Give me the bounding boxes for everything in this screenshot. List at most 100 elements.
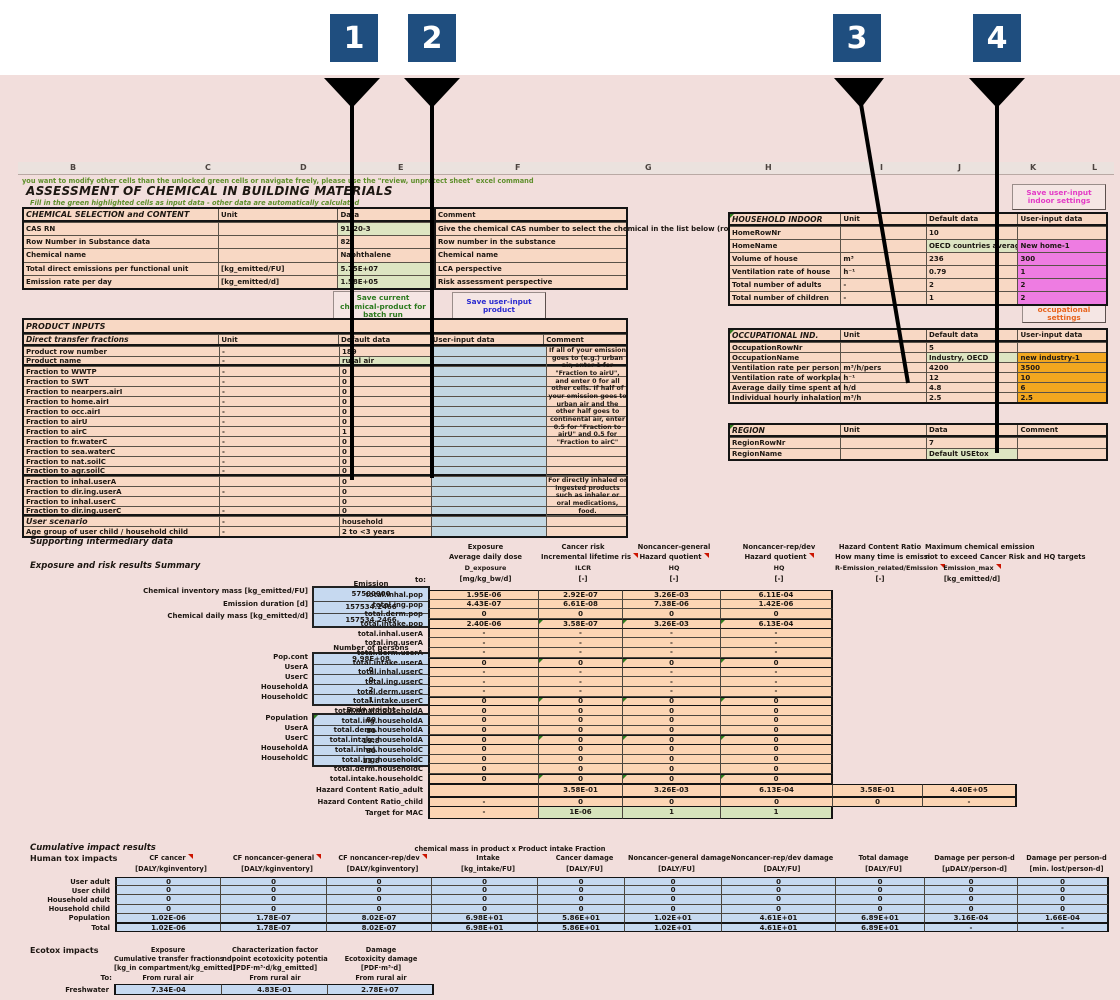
unit-header: Unit [841, 214, 927, 224]
summary-col-header: Hazard Content Ratio [835, 543, 925, 551]
summary-col-header: Hazard quotient [723, 553, 835, 561]
default-data-cell[interactable]: Industry, OECD [927, 353, 1019, 362]
result-cell: 0 [539, 774, 623, 784]
data-input-cell[interactable]: 91-20-3 [338, 223, 430, 235]
user-input-cell[interactable]: 300 [1018, 253, 1106, 265]
result-cell: 0 [428, 609, 539, 619]
user-input-cell[interactable] [432, 397, 546, 406]
user-input-cell[interactable] [432, 417, 546, 426]
row-label: Fraction to inhal.userA [24, 477, 220, 486]
table-row: Product row number-189 [24, 346, 626, 356]
default-data-cell: 0.79 [927, 266, 1019, 278]
human-tox-col-name: Damage per person-d [1021, 854, 1112, 862]
default-data-cell: 189 [340, 347, 432, 356]
user-input-cell[interactable] [432, 377, 546, 386]
row-label: Average daily time spent at wor [730, 383, 841, 392]
table-row: Fraction to home.airI-0 [24, 396, 626, 406]
user-input-cell[interactable]: new industry-1 [1018, 353, 1106, 362]
result-cell: - [721, 668, 833, 678]
human-tox-col-name: CF noncancer-rep/dev [330, 854, 435, 862]
impact-cell: 0 [432, 877, 538, 886]
user-input-cell[interactable] [432, 517, 546, 526]
user-input-cell[interactable] [432, 447, 546, 456]
summary-col-header: HQ [723, 564, 835, 572]
user-input-cell[interactable] [432, 437, 546, 446]
column-letter: J [958, 163, 961, 172]
user-input-cell[interactable] [432, 467, 546, 474]
user-input-cell[interactable] [432, 457, 546, 466]
user-input-cell[interactable] [432, 387, 546, 396]
column-letter: D [300, 163, 307, 172]
row-label: Fraction to sea.waterC [24, 447, 220, 456]
result-cell: - [623, 677, 721, 687]
user-input-cell[interactable]: New home-1 [1018, 240, 1106, 252]
grid-row-label: total.ing.pop [178, 600, 428, 610]
user-input-cell [1018, 227, 1106, 239]
unit-cell: - [841, 292, 927, 304]
user-input-cell[interactable] [432, 487, 546, 496]
grid-row-label: total.ing.householdC [178, 755, 428, 765]
comment-flag-icon [422, 854, 427, 859]
user-input-cell[interactable]: 1 [1018, 266, 1106, 278]
user-input-cell[interactable]: 2.5 [1018, 393, 1106, 402]
table-row: Ventilation rate of workplaceh⁻¹1210 [730, 372, 1106, 382]
table-row: HomeNameOECD countries averageNew home-1 [730, 239, 1106, 252]
impact-cell: 0 [538, 877, 625, 886]
table-row: Fraction to inhal.userC0 [24, 496, 626, 506]
grid-row: Target for MAC-1E-0611 [178, 807, 1018, 819]
impact-cell: 0 [327, 877, 432, 886]
save-user-product-button[interactable]: Save user-input product [452, 292, 546, 320]
human-tox-col-unit: [DALY/FU] [725, 865, 839, 873]
result-cell: 0 [721, 697, 833, 707]
result-cell: 0 [428, 716, 539, 726]
user-input-cell[interactable]: 6 [1018, 383, 1106, 392]
result-cell: - [428, 687, 539, 697]
table-row: Fraction to airU-0 [24, 416, 626, 426]
impact-cell: 0 [836, 895, 925, 904]
summary-results-grid: total.inhal.pop1.95E-062.92E-073.26E-036… [178, 590, 1018, 819]
user-input-cell[interactable] [432, 427, 546, 436]
data-input-cell[interactable]: 1.58E+05 [338, 276, 430, 288]
user-input-cell[interactable]: 2 [1018, 279, 1106, 291]
grid-row-label: total.intake.pop [178, 619, 428, 629]
comment-flag-icon [704, 553, 709, 558]
unit-cell [841, 449, 927, 459]
default-data-cell: household [340, 517, 432, 526]
grid-row-label: total.derm.userA [178, 648, 428, 658]
household-indoor-table: HOUSEHOLD INDOORUnitDefault dataUser-inp… [728, 212, 1108, 306]
default-data-cell: 0 [340, 397, 432, 406]
user-input-cell[interactable] [432, 477, 546, 486]
default-data-cell[interactable]: rural air [340, 357, 432, 364]
grid-row: total.inhal.householdC0000 [178, 745, 1018, 755]
user-input-cell[interactable] [432, 507, 546, 514]
user-input-cell[interactable]: 2 [1018, 292, 1106, 304]
save-indoor-settings-button[interactable]: Save user-input indoor settings [1012, 184, 1106, 210]
result-cell: 0 [721, 706, 833, 716]
result-cell: 1 [721, 807, 833, 819]
human-tox-row: Household child0000000000 [25, 905, 1109, 914]
user-input-cell[interactable] [432, 347, 546, 356]
user-input-cell[interactable] [432, 407, 546, 416]
grid-row-label: total.inhal.householdC [178, 745, 428, 755]
user-input-cell[interactable] [432, 357, 546, 364]
default-data-cell[interactable]: Default USEtox [927, 449, 1019, 459]
table-row: Product name-rural air [24, 356, 626, 366]
user-input-cell[interactable] [432, 367, 546, 376]
data-input-cell[interactable]: 5.75E+07 [338, 263, 430, 275]
result-cell: 0 [428, 764, 539, 774]
comment-cell: Give the chemical CAS number to select t… [436, 223, 626, 235]
human-tox-col-unit: [DALY/kginventory] [224, 865, 330, 873]
grid-row-label: total.ing.userA [178, 638, 428, 648]
user-input-cell[interactable]: 3500 [1018, 363, 1106, 372]
default-data-cell[interactable]: OECD countries average [927, 240, 1019, 252]
ecotox-table: Freshwater7.34E-044.83E-012.78E+07 [24, 984, 434, 995]
result-cell: 0 [721, 764, 833, 774]
user-header: User-input data [1018, 330, 1106, 340]
grid-row: total.intake.userA0000 [178, 658, 1018, 668]
human-tox-col-unit: [DALY/FU] [839, 865, 928, 873]
user-input-cell[interactable] [432, 497, 546, 506]
user-input-cell[interactable]: 10 [1018, 373, 1106, 382]
default-data-cell: 2.5 [927, 393, 1019, 402]
user-input-cell[interactable] [432, 527, 546, 536]
grid-row: total.inhal.householdA0000 [178, 706, 1018, 716]
